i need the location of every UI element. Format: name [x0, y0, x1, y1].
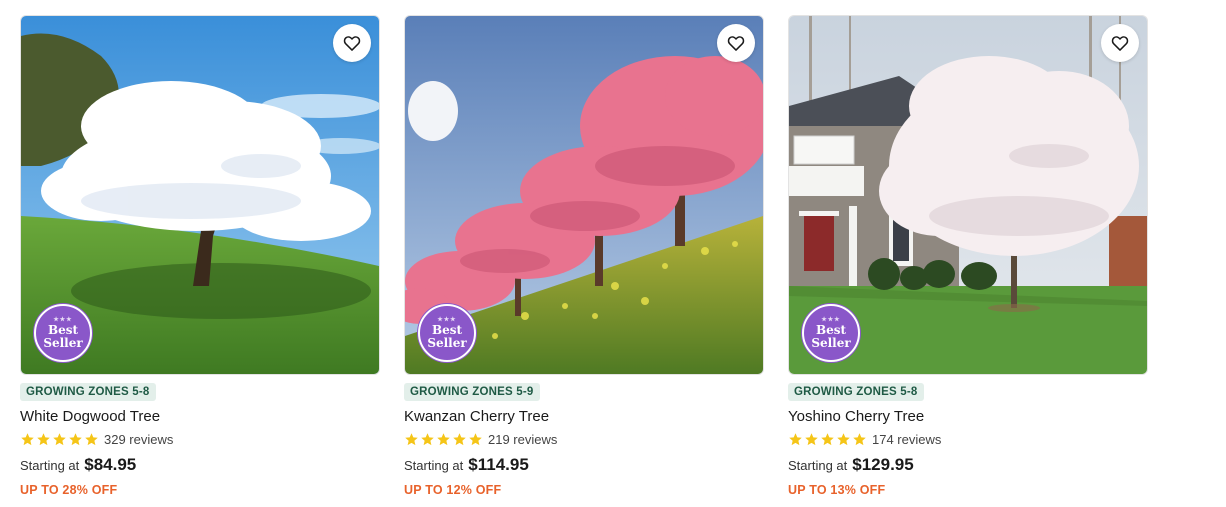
badge-line2: Seller [811, 335, 851, 350]
badge-stars-icon: ★★★ [53, 315, 73, 323]
best-seller-badge: ★★★ Best Seller [418, 304, 476, 362]
badge-line2: Seller [43, 335, 83, 350]
favorite-button[interactable] [717, 24, 755, 62]
product-image[interactable]: ★★★ Best Seller [788, 15, 1148, 375]
price: $129.95 [852, 455, 914, 474]
price-row: Starting at $84.95 [20, 455, 380, 475]
price: $114.95 [468, 455, 529, 474]
product-card[interactable]: ★★★ Best Seller GROWING ZONES 5-8 Yoshin… [788, 15, 1148, 497]
product-name[interactable]: White Dogwood Tree [20, 408, 380, 425]
review-count[interactable]: 219 reviews [488, 432, 557, 447]
badge-line1: Best [815, 322, 847, 337]
rating[interactable]: 219 reviews [404, 431, 764, 447]
star-icon [453, 432, 466, 445]
price-row: Starting at $114.95 [404, 455, 764, 475]
star-icon [85, 432, 98, 445]
badge-line2: Seller [427, 335, 467, 350]
star-icon [69, 432, 82, 445]
star-icon [21, 432, 34, 445]
rating-stars [20, 432, 99, 447]
badge-stars-icon: ★★★ [821, 315, 841, 323]
growing-zones-tag: GROWING ZONES 5-8 [788, 383, 924, 401]
heart-outline-icon [1111, 36, 1129, 51]
starting-at-label: Starting at [20, 458, 80, 473]
best-seller-badge: ★★★ Best Seller [802, 304, 860, 362]
best-seller-badge: ★★★ Best Seller [34, 304, 92, 362]
rating[interactable]: 329 reviews [20, 431, 380, 447]
rating-stars [788, 432, 867, 447]
review-count[interactable]: 174 reviews [872, 432, 941, 447]
starting-at-label: Starting at [788, 458, 848, 473]
star-icon [837, 432, 850, 445]
product-grid: ★★★ Best Seller GROWING ZONES 5-8 White … [0, 0, 1226, 507]
review-count[interactable]: 329 reviews [104, 432, 173, 447]
rating[interactable]: 174 reviews [788, 431, 1148, 447]
discount-label: UP TO 28% OFF [20, 483, 118, 497]
rating-stars [404, 432, 483, 447]
discount-label: UP TO 12% OFF [404, 483, 502, 497]
price-row: Starting at $129.95 [788, 455, 1148, 475]
star-icon [853, 432, 866, 445]
badge-stars-icon: ★★★ [437, 315, 457, 323]
star-icon [437, 432, 450, 445]
star-icon [821, 432, 834, 445]
star-icon [469, 432, 482, 445]
price: $84.95 [84, 455, 137, 474]
badge-line1: Best [431, 322, 463, 337]
star-icon [37, 432, 50, 445]
discount-label: UP TO 13% OFF [788, 483, 886, 497]
star-icon [421, 432, 434, 445]
star-icon [789, 432, 802, 445]
heart-outline-icon [343, 36, 361, 51]
favorite-button[interactable] [1101, 24, 1139, 62]
product-image[interactable]: ★★★ Best Seller [20, 15, 380, 375]
star-icon [405, 432, 418, 445]
product-card[interactable]: ★★★ Best Seller GROWING ZONES 5-8 White … [20, 15, 380, 497]
product-image[interactable]: ★★★ Best Seller [404, 15, 764, 375]
product-name[interactable]: Kwanzan Cherry Tree [404, 408, 764, 425]
product-name[interactable]: Yoshino Cherry Tree [788, 408, 1148, 425]
growing-zones-tag: GROWING ZONES 5-9 [404, 383, 540, 401]
heart-outline-icon [727, 36, 745, 51]
product-card[interactable]: ★★★ Best Seller GROWING ZONES 5-9 Kwanza… [404, 15, 764, 497]
starting-at-label: Starting at [404, 458, 464, 473]
growing-zones-tag: GROWING ZONES 5-8 [20, 383, 156, 401]
star-icon [805, 432, 818, 445]
star-icon [53, 432, 66, 445]
badge-line1: Best [47, 322, 79, 337]
favorite-button[interactable] [333, 24, 371, 62]
